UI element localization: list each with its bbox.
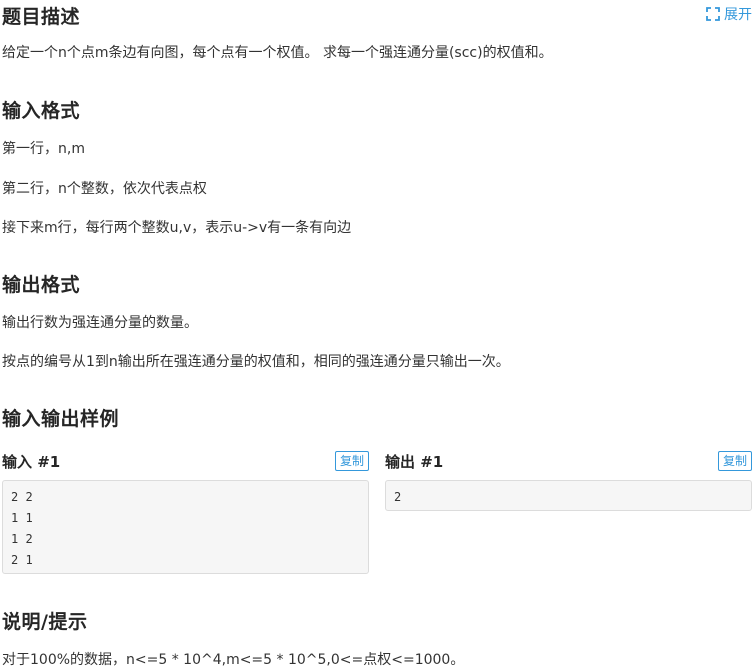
copy-input-button[interactable]: 复制 bbox=[334, 451, 369, 471]
input-format-line-2: 第二行，n个整数，依次代表点权 bbox=[2, 181, 207, 197]
code-line: 2 bbox=[394, 490, 402, 504]
output-format-heading: 输出格式 bbox=[2, 274, 81, 296]
hint-text: 对于100%的数据，n<=5 * 10^4,m<=5 * 10^5,0<=点权<… bbox=[2, 652, 465, 668]
expand-button[interactable]: 展开 bbox=[706, 4, 752, 24]
sample-input-header: 输入 #1 复制 bbox=[2, 450, 369, 472]
output-format-line-1: 输出行数为强连通分量的数量。 bbox=[2, 315, 198, 331]
samples-heading: 输入输出样例 bbox=[2, 408, 120, 430]
sample-input-code[interactable]: 2 2 1 1 1 2 2 1 bbox=[2, 480, 369, 574]
sample-output-header: 输出 #1 复制 bbox=[385, 450, 752, 472]
copy-output-button[interactable]: 复制 bbox=[717, 451, 752, 471]
description-text: 给定一个n个点m条边有向图，每个点有一个权值。 求每一个强连通分量(scc)的权… bbox=[2, 45, 553, 61]
description-heading: 题目描述 bbox=[2, 6, 81, 28]
expand-icon bbox=[706, 7, 720, 21]
code-line: 2 1 bbox=[11, 553, 33, 567]
hint-heading: 说明/提示 bbox=[2, 611, 88, 633]
code-line: 2 2 bbox=[11, 490, 33, 504]
input-format-line-1: 第一行，n,m bbox=[2, 141, 85, 157]
expand-label: 展开 bbox=[724, 7, 752, 23]
sample-input-title: 输入 #1 bbox=[2, 452, 61, 471]
output-format-line-2: 按点的编号从1到n输出所在强连通分量的权值和，相同的强连通分量只输出一次。 bbox=[2, 354, 510, 370]
code-line: 1 1 bbox=[11, 511, 33, 525]
input-format-heading: 输入格式 bbox=[2, 100, 81, 122]
sample-output-title: 输出 #1 bbox=[385, 452, 444, 471]
code-line: 1 2 bbox=[11, 532, 33, 546]
problem-statement: 题目描述 展开 给定一个n个点m条边有向图，每个点有一个权值。 求每一个强连通分… bbox=[0, 0, 754, 669]
sample-output-code[interactable]: 2 bbox=[385, 480, 752, 511]
input-format-line-3: 接下来m行，每行两个整数u,v，表示u->v有一条有向边 bbox=[2, 220, 352, 236]
